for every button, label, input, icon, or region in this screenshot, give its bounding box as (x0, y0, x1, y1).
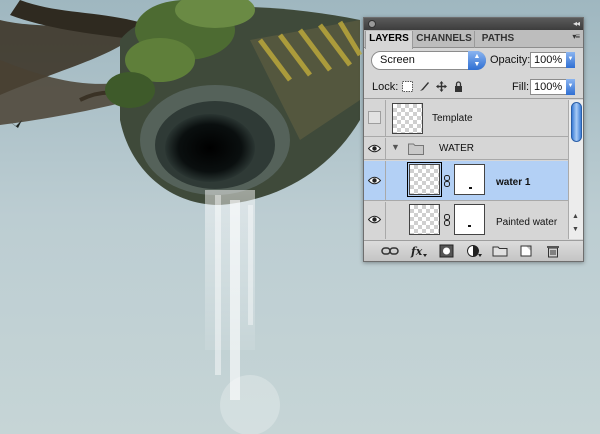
expand-triangle-icon[interactable]: ▼ (391, 142, 400, 152)
group-name: WATER (439, 143, 474, 154)
layer-thumbnail (392, 103, 423, 134)
lock-label: Lock: (372, 81, 399, 93)
opacity-label: Opacity: (490, 54, 531, 66)
tab-channels[interactable]: CHANNELS (414, 31, 475, 48)
fill-value: 100% (534, 81, 563, 93)
fill-field[interactable]: 100% ▼ (530, 79, 575, 95)
lock-transparent-icon[interactable] (402, 81, 413, 92)
link-layers-icon[interactable] (381, 244, 399, 258)
tab-paths[interactable]: PATHS (476, 31, 520, 48)
trash-icon[interactable] (544, 244, 562, 258)
layer-row-water-group[interactable]: ▼ WATER (364, 138, 568, 160)
panel-menu-icon[interactable]: ▾≡ (572, 32, 580, 41)
visibility-toggle[interactable] (364, 161, 386, 200)
layers-scrollbar[interactable]: ▲ ▼ (568, 100, 583, 239)
opacity-dropdown-icon[interactable]: ▼ (566, 52, 575, 68)
layer-row-template[interactable]: Template (364, 100, 568, 137)
visibility-toggle[interactable] (364, 202, 386, 239)
lock-row: Lock: Fill: 100% ▼ (364, 75, 583, 99)
layer-thumbnail[interactable] (407, 162, 442, 197)
scrollbar-thumb[interactable] (571, 102, 582, 142)
close-icon[interactable] (368, 20, 376, 28)
eye-icon (368, 144, 381, 153)
opacity-field[interactable]: 100% ▼ (530, 52, 575, 68)
new-group-icon[interactable] (491, 244, 509, 258)
layer-name: Template (432, 113, 473, 124)
panel-titlebar[interactable]: ◂◂ (364, 18, 583, 30)
layers-list: Template ▼ WATER water 1 Painted water (364, 100, 568, 239)
mask-link-icon[interactable] (444, 175, 450, 187)
updown-arrows-icon: ▲ ▼ (468, 51, 486, 70)
opacity-value: 100% (534, 54, 563, 66)
tab-layers[interactable]: LAYERS (365, 31, 413, 49)
lock-move-icon[interactable] (436, 81, 447, 92)
folder-icon (408, 143, 424, 155)
lock-brush-icon[interactable] (419, 81, 430, 92)
add-mask-icon[interactable] (438, 244, 456, 258)
mask-mark (468, 225, 471, 227)
layer-row-water-1[interactable]: water 1 (364, 161, 568, 201)
visibility-toggle[interactable] (364, 138, 386, 159)
layer-row-painted-water[interactable]: Painted water (364, 202, 568, 239)
svg-text:fx: fx (410, 245, 423, 258)
scroll-down-icon[interactable]: ▼ (572, 226, 579, 233)
layer-mask-thumbnail[interactable] (454, 204, 485, 235)
scroll-up-icon[interactable]: ▲ (572, 213, 579, 220)
layer-thumbnail[interactable] (409, 204, 440, 235)
panel-footer: fx (364, 240, 583, 261)
fill-label: Fill: (512, 81, 530, 93)
blend-mode-value: Screen (380, 54, 415, 66)
lock-all-icon[interactable] (453, 81, 464, 92)
blend-mode-select[interactable]: Screen ▲ ▼ (371, 51, 486, 70)
fill-dropdown-icon[interactable]: ▼ (566, 79, 575, 95)
adjustment-layer-icon[interactable] (465, 244, 483, 258)
visibility-toggle[interactable] (364, 100, 386, 136)
layer-name: Painted water (496, 217, 558, 228)
layer-mask-thumbnail[interactable] (454, 164, 485, 195)
mask-mark (469, 187, 472, 189)
eye-icon (368, 176, 381, 185)
new-layer-icon[interactable] (517, 244, 535, 258)
panel-tabs: LAYERS CHANNELS PATHS ▾≡ (364, 30, 583, 49)
layer-name: water 1 (496, 177, 531, 188)
collapse-panel-icon[interactable]: ◂◂ (573, 18, 580, 30)
hidden-layer-box (368, 111, 381, 124)
layer-style-icon[interactable]: fx (410, 244, 428, 258)
layers-panel: ◂◂ LAYERS CHANNELS PATHS ▾≡ Screen ▲ ▼ Op… (363, 17, 584, 262)
blend-row: Screen ▲ ▼ Opacity: 100% ▼ (364, 49, 583, 73)
eye-icon (368, 215, 381, 224)
mask-link-icon[interactable] (444, 214, 450, 226)
